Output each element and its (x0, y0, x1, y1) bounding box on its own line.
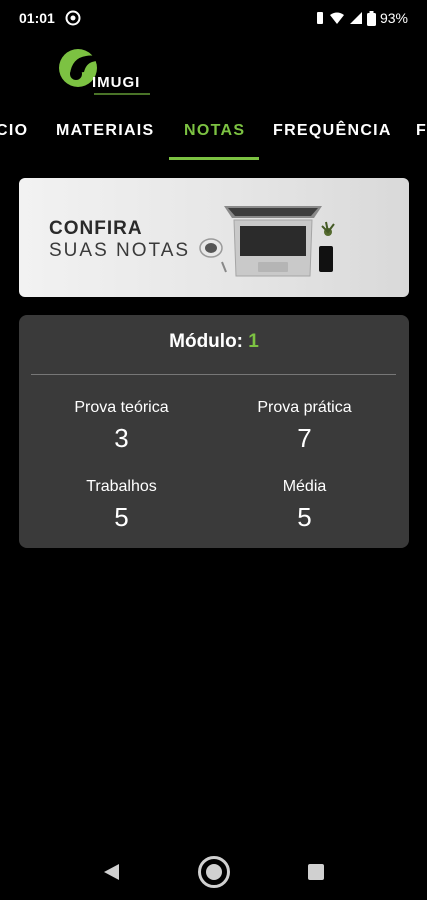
desk-illustration (199, 206, 335, 277)
grade-trabalhos: Trabalhos 5 (24, 478, 219, 533)
grade-value: 5 (114, 502, 129, 532)
status-time: 01:01 (19, 10, 55, 26)
vibrate-icon (316, 12, 323, 24)
logo-mark (59, 49, 100, 87)
battery-level: 93% (379, 10, 408, 26)
logo-tagline (94, 93, 150, 95)
system-nav-bar (0, 840, 427, 900)
grade-label: Prova teórica (74, 399, 169, 416)
do-not-disturb-icon (65, 10, 81, 26)
banner-title: CONFIRA (49, 218, 143, 239)
banner-subtitle: SUAS NOTAS (49, 240, 191, 261)
recents-icon[interactable] (307, 863, 325, 881)
module-label: Módulo: (169, 331, 243, 352)
wifi-icon (329, 12, 344, 24)
grade-prova-teorica: Prova teórica 3 (24, 399, 219, 454)
back-icon[interactable] (101, 862, 121, 882)
tab-bar: CIO MATERIAIS NOTAS FREQUÊNCIA F (0, 110, 427, 162)
app-logo: IMUGI (56, 44, 152, 100)
tab-next[interactable]: F (416, 122, 427, 140)
logo-text: IMUGI (92, 74, 141, 91)
module-header: Módulo: 1 (19, 331, 409, 353)
grades-banner: CONFIRA SUAS NOTAS (19, 178, 409, 297)
grade-value: 5 (297, 502, 312, 532)
grade-value: 3 (114, 423, 129, 453)
tab-frequencia[interactable]: FREQUÊNCIA (273, 122, 392, 140)
grade-label: Trabalhos (86, 478, 157, 495)
home-icon[interactable] (197, 855, 231, 889)
tab-materiais[interactable]: MATERIAIS (56, 122, 155, 140)
signal-icon (349, 12, 362, 24)
module-value: 1 (248, 331, 259, 352)
grade-prova-pratica: Prova prática 7 (207, 399, 402, 454)
tab-notas[interactable]: NOTAS (184, 122, 245, 140)
tab-inicio[interactable]: CIO (0, 122, 28, 140)
grade-label: Média (282, 478, 327, 495)
tab-indicator (169, 157, 259, 160)
grade-value: 7 (297, 423, 312, 453)
grades-card: Módulo: 1 Prova teórica 3 Prova prática … (19, 315, 409, 548)
status-bar: 01:01 93% (0, 0, 427, 36)
card-divider (31, 374, 396, 375)
grade-media: Média 5 (207, 478, 402, 533)
battery-icon (366, 10, 376, 26)
grade-label: Prova prática (257, 399, 352, 416)
